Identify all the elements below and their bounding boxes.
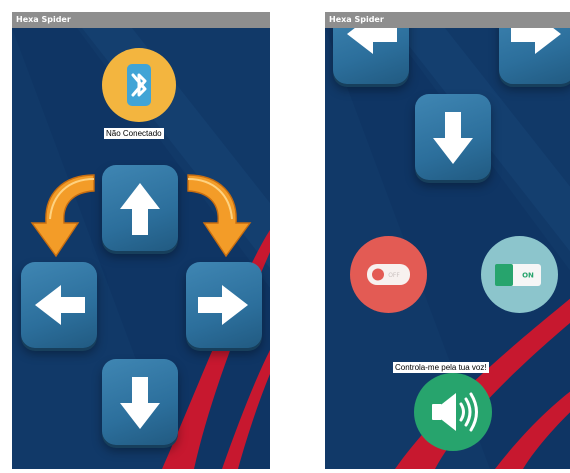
bluetooth-icon (127, 64, 151, 106)
move-backward-button[interactable] (102, 359, 178, 445)
app-title: Hexa Spider (16, 15, 71, 24)
arrow-right-icon (198, 285, 248, 325)
on-toggle-text: ON (522, 272, 534, 280)
speaker-icon (432, 392, 478, 432)
right-phone-screen: Hexa Spider OFF ON Controla-me pela tua … (325, 12, 570, 469)
voice-control-button[interactable] (414, 373, 492, 451)
arrow-down-icon (433, 112, 473, 164)
arrow-up-icon (120, 183, 160, 235)
app-title-bar: Hexa Spider (325, 12, 570, 28)
move-forward-button[interactable] (102, 165, 178, 251)
connection-status-label: Não Conectado (104, 128, 164, 139)
app-title-bar: Hexa Spider (12, 12, 270, 28)
bluetooth-button[interactable] (102, 48, 176, 122)
move-left-button[interactable] (21, 262, 97, 348)
turn-left-icon (30, 174, 95, 258)
voice-control-label: Controla-me pela tua voz! (393, 362, 489, 373)
arrow-left-icon (35, 285, 85, 325)
toggle-on-icon: ON (495, 264, 541, 286)
on-button[interactable]: ON (481, 236, 558, 313)
left-phone-screen: Hexa Spider Não Conectado (12, 12, 270, 469)
toggle-off-icon: OFF (367, 264, 410, 285)
app-title: Hexa Spider (329, 15, 384, 24)
turn-right-button[interactable] (184, 167, 254, 259)
arrow-down-icon (120, 377, 160, 429)
off-button[interactable]: OFF (350, 236, 427, 313)
move-backward-button[interactable] (415, 94, 491, 180)
turn-right-icon (187, 174, 252, 258)
move-right-button[interactable] (186, 262, 262, 348)
turn-left-button[interactable] (28, 167, 98, 259)
off-toggle-text: OFF (388, 272, 400, 279)
